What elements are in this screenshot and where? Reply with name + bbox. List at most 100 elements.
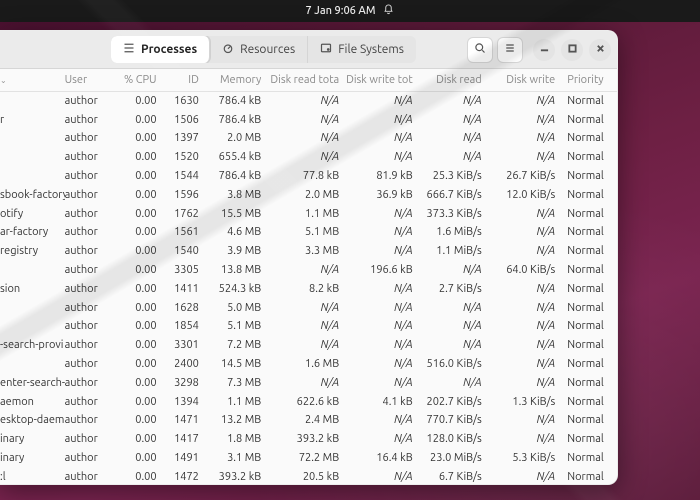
cell-id: 1561 — [163, 223, 205, 242]
cell-dw: N/A — [488, 242, 562, 261]
table-row[interactable]: author0.00330513.8 MBN/A196.6 kBN/A64.0 … — [0, 261, 617, 280]
search-button[interactable] — [467, 37, 493, 63]
cell-dwt: N/A — [345, 129, 419, 148]
col-memory[interactable]: Memory — [205, 69, 267, 92]
table-row[interactable]: author0.001544786.4 kB77.8 kB81.9 kB25.3… — [0, 167, 617, 186]
table-row[interactable]: inaryauthor0.0014171.8 MB393.2 kBN/A128.… — [0, 430, 617, 449]
cell-dwt: N/A — [345, 336, 419, 355]
col-disk-read-total[interactable]: Disk read tota — [267, 69, 345, 92]
cell-drt: 393.2 kB — [267, 430, 345, 449]
table-row[interactable]: otifyauthor0.00176215.5 MB1.1 MBN/A373.3… — [0, 204, 617, 223]
cell-pri: Normal — [561, 110, 617, 129]
cell-dw: 5.3 KiB/s — [488, 449, 562, 468]
tab-resources[interactable]: Resources — [210, 36, 308, 63]
cell-pri: Normal — [561, 317, 617, 336]
cell-pri: Normal — [561, 411, 617, 430]
tab-processes[interactable]: Processes — [111, 36, 210, 63]
cell-drt: N/A — [267, 110, 345, 129]
col-name[interactable]: ⌄ — [0, 69, 65, 92]
table-row[interactable]: sionauthor0.001411524.3 kB8.2 kBN/A2.7 K… — [0, 279, 617, 298]
col-disk-read[interactable]: Disk read — [419, 69, 488, 92]
cell-name — [0, 261, 65, 280]
process-table: ⌄ User % CPU ID Memory Disk read tota Di… — [0, 69, 617, 484]
table-row[interactable]: author0.00240014.5 MB1.6 MBN/A516.0 KiB/… — [0, 355, 617, 374]
table-row[interactable]: author0.001630786.4 kBN/AN/AN/AN/ANormal — [0, 92, 617, 111]
cell-pri: Normal — [561, 261, 617, 280]
cell-dr: 1.1 MiB/s — [419, 242, 488, 261]
table-row[interactable]: :lauthor0.001472393.2 kB20.5 kBN/A6.7 Ki… — [0, 467, 617, 484]
cell-drt: 20.5 kB — [267, 467, 345, 484]
cell-dw: 64.0 KiB/s — [488, 261, 562, 280]
cell-dwt: N/A — [345, 92, 419, 111]
cell-dwt: N/A — [345, 298, 419, 317]
cell-mem: 5.1 MB — [205, 317, 267, 336]
col-cpu[interactable]: % CPU — [111, 69, 162, 92]
table-row[interactable]: ar-factoryauthor0.0015614.6 MB5.1 MBN/A1… — [0, 223, 617, 242]
cell-name: otify — [0, 204, 65, 223]
minimize-button[interactable] — [533, 39, 555, 61]
cell-drt: N/A — [267, 261, 345, 280]
notifications-icon[interactable] — [383, 4, 394, 18]
cell-cpu: 0.00 — [111, 261, 162, 280]
cell-pri: Normal — [561, 92, 617, 111]
table-row[interactable]: esktop-daemauthor0.00147113.2 MB2.4 MBN/… — [0, 411, 617, 430]
cell-mem: 1.1 MB — [205, 392, 267, 411]
cell-name — [0, 298, 65, 317]
cell-name — [0, 129, 65, 148]
table-row[interactable]: rauthor0.001506786.4 kBN/AN/AN/AN/ANorma… — [0, 110, 617, 129]
table-row[interactable]: enter-search-pauthor0.0032987.3 MBN/AN/A… — [0, 373, 617, 392]
cell-dw: N/A — [488, 336, 562, 355]
cell-dwt: 4.1 kB — [345, 392, 419, 411]
cell-drt: N/A — [267, 129, 345, 148]
cell-user: author — [65, 298, 112, 317]
table-row[interactable]: inaryauthor0.0014913.1 MB72.2 MB16.4 kB2… — [0, 449, 617, 468]
table-row[interactable]: aemonauthor0.0013941.1 MB622.6 kB4.1 kB2… — [0, 392, 617, 411]
col-id[interactable]: ID — [163, 69, 205, 92]
cell-mem: 786.4 kB — [205, 92, 267, 111]
col-disk-write[interactable]: Disk write — [488, 69, 562, 92]
cell-dw: N/A — [488, 92, 562, 111]
cell-dr: 6.7 KiB/s — [419, 467, 488, 484]
cell-mem: 14.5 MB — [205, 355, 267, 374]
cell-drt: 2.4 MB — [267, 411, 345, 430]
col-disk-write-total[interactable]: Disk write tot — [345, 69, 419, 92]
cell-id: 1628 — [163, 298, 205, 317]
cell-id: 1762 — [163, 204, 205, 223]
cell-dwt: N/A — [345, 373, 419, 392]
close-button[interactable] — [589, 39, 611, 61]
cell-pri: Normal — [561, 392, 617, 411]
tab-filesystems[interactable]: File Systems — [308, 36, 416, 63]
cell-id: 1630 — [163, 92, 205, 111]
cell-dr: 666.7 KiB/s — [419, 185, 488, 204]
table-header-row: ⌄ User % CPU ID Memory Disk read tota Di… — [0, 69, 617, 92]
cell-dr: N/A — [419, 110, 488, 129]
cell-user: author — [65, 279, 112, 298]
cell-id: 3305 — [163, 261, 205, 280]
col-priority[interactable]: Priority — [561, 69, 617, 92]
cell-user: author — [65, 167, 112, 186]
table-row[interactable]: author0.0016285.0 MBN/AN/AN/AN/ANormal — [0, 298, 617, 317]
table-row[interactable]: registryauthor0.0015403.9 MB3.3 MBN/A1.1… — [0, 242, 617, 261]
cell-name: sion — [0, 279, 65, 298]
menu-button[interactable] — [497, 37, 523, 63]
col-user[interactable]: User — [65, 69, 112, 92]
table-row[interactable]: -search-proviauthor0.0033017.2 MBN/AN/AN… — [0, 336, 617, 355]
cell-drt: N/A — [267, 373, 345, 392]
cell-mem: 4.6 MB — [205, 223, 267, 242]
cell-user: author — [65, 148, 112, 167]
table-row[interactable]: author0.0013972.0 MBN/AN/AN/AN/ANormal — [0, 129, 617, 148]
cell-drt: 2.0 MB — [267, 185, 345, 204]
table-row[interactable]: author0.001520655.4 kBN/AN/AN/AN/ANormal — [0, 148, 617, 167]
cell-pri: Normal — [561, 223, 617, 242]
cell-mem: 3.1 MB — [205, 449, 267, 468]
cell-dw: N/A — [488, 148, 562, 167]
gauge-icon — [222, 42, 234, 57]
cell-user: author — [65, 261, 112, 280]
clock[interactable]: 7 Jan 9:06 AM — [306, 5, 376, 17]
table-row[interactable]: sbook-factoryauthor0.0015963.8 MB2.0 MB3… — [0, 185, 617, 204]
maximize-button[interactable] — [561, 39, 583, 61]
cell-user: author — [65, 223, 112, 242]
cell-name — [0, 148, 65, 167]
table-row[interactable]: author0.0018545.1 MBN/AN/AN/AN/ANormal — [0, 317, 617, 336]
cell-id: 1544 — [163, 167, 205, 186]
